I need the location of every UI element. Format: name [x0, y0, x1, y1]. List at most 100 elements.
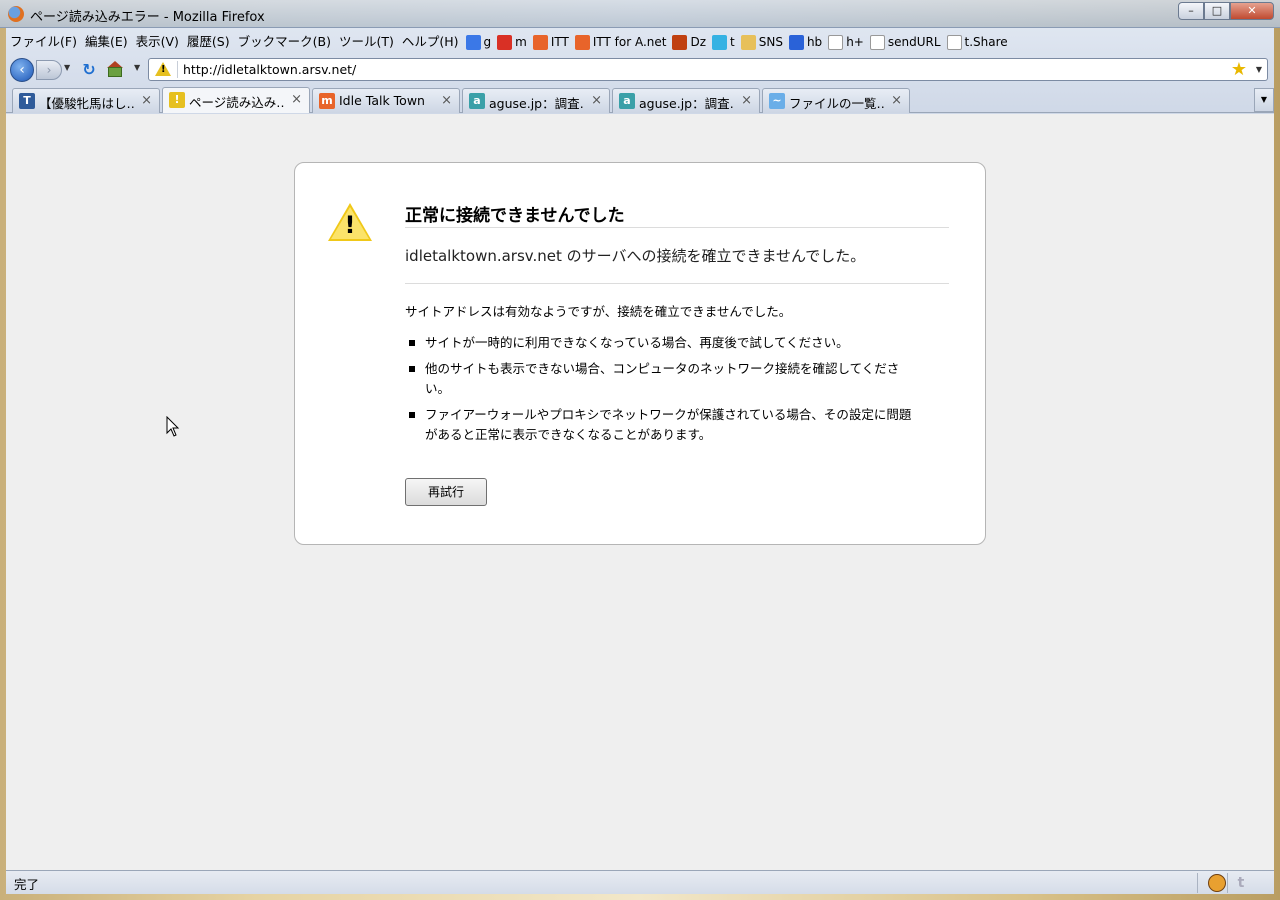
tab[interactable]: a aguse.jp：調査… ×: [462, 88, 610, 113]
page-icon: [946, 34, 962, 50]
tab-favicon-icon: a: [619, 93, 635, 109]
bookmark-label: SNS: [758, 35, 783, 49]
bookmark-item[interactable]: g: [463, 31, 495, 53]
twitter-icon: [712, 34, 728, 50]
menu-file[interactable]: ファイル(F): [6, 31, 81, 53]
error-box: ! 正常に接続できませんでした idletalktown.arsv.net のサ…: [294, 162, 986, 545]
extension-monkey-icon[interactable]: [1208, 874, 1226, 892]
forward-button[interactable]: ›: [36, 60, 62, 80]
history-dropdown-icon[interactable]: ▼: [64, 63, 70, 72]
bookmark-item[interactable]: t.Share: [944, 31, 1011, 53]
url-dropdown-icon[interactable]: ▼: [1256, 65, 1262, 74]
bookmark-item[interactable]: m: [494, 31, 530, 53]
error-suggestions: サイトが一時的に利用できなくなっている場合、再度後で試してください。 他のサイト…: [405, 333, 915, 451]
tab[interactable]: T 【優駿牝馬はし… ×: [12, 88, 160, 113]
tab-close-icon[interactable]: ×: [891, 93, 902, 108]
bullet-icon: [409, 340, 415, 346]
url-input[interactable]: http://idletalktown.arsv.net/: [183, 62, 356, 77]
status-bar: 完了 t: [6, 870, 1274, 894]
tab-close-icon[interactable]: ×: [741, 93, 752, 108]
itt-icon: [532, 34, 548, 50]
tab[interactable]: a aguse.jp：調査… ×: [612, 88, 760, 113]
firefox-window: ページ読み込みエラー - Mozilla Firefox – □ ✕ ファイル(…: [0, 0, 1280, 900]
bookmark-item[interactable]: Dz: [669, 31, 709, 53]
tab[interactable]: ~ ファイルの一覧… ×: [762, 88, 910, 113]
bookmark-item[interactable]: hb: [786, 31, 825, 53]
folder-icon: [740, 34, 756, 50]
home-dropdown-icon[interactable]: ▼: [134, 63, 140, 72]
tab-label: aguse.jp：調査…: [639, 96, 735, 111]
tab-label: ページ読み込み…: [189, 95, 285, 110]
reload-button[interactable]: ↻: [80, 61, 98, 79]
bookmark-label: hb: [806, 35, 823, 49]
tab-favicon-icon: m: [319, 93, 335, 109]
tab-close-icon[interactable]: ×: [591, 93, 602, 108]
bullet-icon: [409, 412, 415, 418]
bookmark-label: sendURL: [887, 35, 941, 49]
warning-icon: !: [328, 203, 372, 243]
menu-history[interactable]: 履歴(S): [183, 31, 234, 53]
list-item: ファイアーウォールやプロキシでネットワークが保護されている場合、その設定に問題が…: [405, 405, 915, 445]
page-content: ! 正常に接続できませんでした idletalktown.arsv.net のサ…: [6, 114, 1274, 870]
list-item: 他のサイトも表示できない場合、コンピュータのネットワーク接続を確認してください。: [405, 359, 915, 399]
gmail-icon: [497, 34, 513, 50]
bookmark-item[interactable]: t: [709, 31, 738, 53]
tab[interactable]: m Idle Talk Town ×: [312, 88, 460, 113]
bookmarks-toolbar: g m ITT ITT for A.net Dz t SNS hb h+ sendURL t.Sha…: [463, 31, 1011, 53]
hatena-icon: [788, 34, 804, 50]
divider: [405, 283, 949, 284]
bookmark-label: ITT for A.net: [592, 35, 667, 49]
tab[interactable]: ! ページ読み込み… ×: [162, 87, 310, 113]
tab-label: Idle Talk Town: [339, 93, 425, 108]
tab-favicon-icon: T: [19, 93, 35, 109]
bookmark-label: ITT: [550, 35, 569, 49]
error-title: 正常に接続できませんでした: [405, 206, 625, 226]
tab-list-button[interactable]: ▼: [1254, 88, 1274, 112]
error-short-desc: idletalktown.arsv.net のサーバへの接続を確立できませんでし…: [405, 247, 866, 265]
firefox-icon: [8, 6, 24, 22]
bookmark-label: g: [483, 35, 492, 49]
bookmark-label: t.Share: [964, 35, 1008, 49]
error-long-desc: サイトアドレスは有効なようですが、接続を確立できませんでした。: [405, 304, 792, 319]
tab-close-icon[interactable]: ×: [441, 93, 452, 108]
close-button[interactable]: ✕: [1230, 2, 1274, 20]
tab-close-icon[interactable]: ×: [141, 93, 152, 108]
menu-edit[interactable]: 編集(E): [81, 31, 132, 53]
tab-close-icon[interactable]: ×: [291, 92, 302, 107]
home-button[interactable]: [106, 61, 124, 79]
page-icon: [828, 34, 844, 50]
bookmark-item[interactable]: sendURL: [867, 31, 944, 53]
bookmark-label: m: [515, 35, 527, 49]
bookmark-item[interactable]: ITT: [530, 31, 572, 53]
retry-button[interactable]: 再試行: [405, 478, 487, 506]
window-title: ページ読み込みエラー - Mozilla Firefox: [30, 10, 265, 25]
back-button[interactable]: ‹: [10, 58, 34, 82]
tab-label: ファイルの一覧…: [789, 96, 885, 111]
bookmark-item[interactable]: h+: [825, 31, 867, 53]
menu-bar: ファイル(F) 編集(E) 表示(V) 履歴(S) ブックマーク(B) ツール(…: [6, 30, 1274, 54]
itt-icon: [574, 34, 590, 50]
tab-favicon-icon: ~: [769, 93, 785, 109]
warning-icon: [155, 62, 171, 76]
tab-label: 【優駿牝馬はし…: [39, 96, 135, 111]
minimize-button[interactable]: –: [1178, 2, 1204, 20]
bookmark-item[interactable]: ITT for A.net: [572, 31, 670, 53]
tab-favicon-icon: !: [169, 92, 185, 108]
menu-help[interactable]: ヘルプ(H): [398, 31, 463, 53]
bullet-icon: [409, 366, 415, 372]
status-text: 完了: [14, 877, 40, 892]
tab-label: aguse.jp：調査…: [489, 96, 585, 111]
menu-view[interactable]: 表示(V): [132, 31, 183, 53]
tab-favicon-icon: a: [469, 93, 485, 109]
maximize-button[interactable]: □: [1204, 2, 1230, 20]
bookmark-item[interactable]: SNS: [738, 31, 786, 53]
browser-chrome: ファイル(F) 編集(E) 表示(V) 履歴(S) ブックマーク(B) ツール(…: [6, 28, 1274, 114]
title-bar[interactable]: ページ読み込みエラー - Mozilla Firefox – □ ✕: [0, 0, 1280, 28]
navigation-toolbar: ‹ › ▼ ↻ ▼ http://idletalktown.arsv.net/ …: [6, 55, 1274, 85]
menu-bookmarks[interactable]: ブックマーク(B): [234, 31, 335, 53]
url-bar[interactable]: http://idletalktown.arsv.net/ ★ ▼: [148, 58, 1268, 81]
bookmark-star-icon[interactable]: ★: [1231, 59, 1247, 80]
menu-tools[interactable]: ツール(T): [335, 31, 398, 53]
twitter-extension-icon[interactable]: t: [1232, 874, 1250, 892]
bookmark-label: h+: [846, 35, 864, 49]
